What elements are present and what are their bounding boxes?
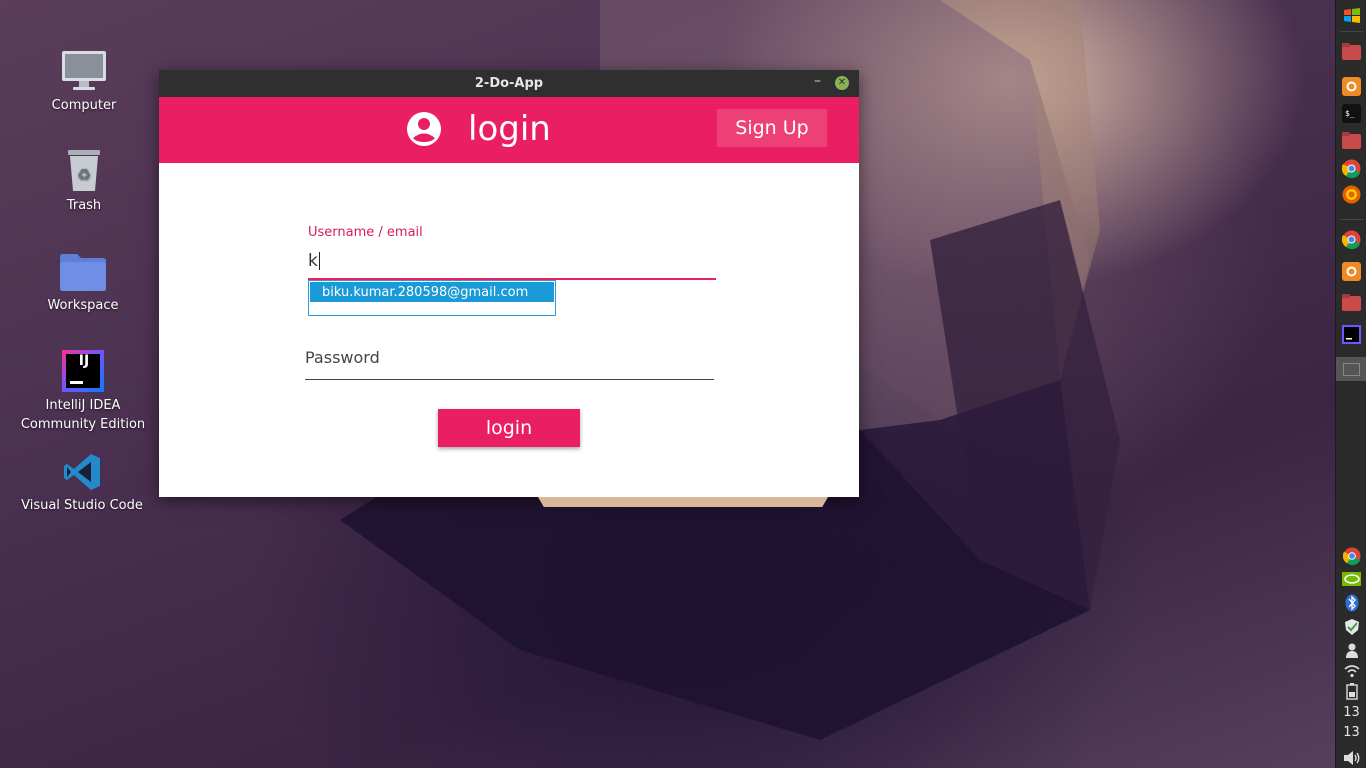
window-icon[interactable] bbox=[1336, 357, 1366, 381]
svg-text:$_: $_ bbox=[1345, 109, 1355, 118]
chrome-icon[interactable] bbox=[1342, 230, 1361, 249]
username-label: Username / email bbox=[308, 225, 423, 240]
chrome-icon[interactable] bbox=[1342, 159, 1361, 178]
intellij-icon[interactable] bbox=[1342, 325, 1361, 344]
desktop-icon-label: Workspace bbox=[47, 298, 119, 313]
wifi-icon[interactable] bbox=[1342, 661, 1361, 680]
sign-up-button[interactable]: Sign Up bbox=[717, 109, 827, 147]
window-titlebar[interactable]: 2-Do-App – ✕ bbox=[159, 70, 859, 97]
vscode-icon bbox=[17, 442, 147, 492]
close-button[interactable]: ✕ bbox=[835, 76, 849, 90]
app-window: 2-Do-App – ✕ login Sign Up Username / em… bbox=[159, 70, 859, 497]
security-shield-icon[interactable] bbox=[1342, 617, 1361, 636]
firefox-icon[interactable] bbox=[1342, 77, 1361, 96]
firefox-icon[interactable] bbox=[1342, 262, 1361, 281]
terminal-icon[interactable]: $_ bbox=[1342, 104, 1361, 123]
chrome-icon[interactable] bbox=[1342, 546, 1361, 565]
window-title: 2-Do-App bbox=[474, 76, 544, 91]
desktop-icon-computer[interactable]: Computer bbox=[19, 42, 149, 115]
desktop-icon-workspace[interactable]: Workspace bbox=[18, 242, 148, 315]
autocomplete-suggestion[interactable]: biku.kumar.280598@gmail.com bbox=[309, 281, 555, 303]
desktop-icon-trash[interactable]: ♻ Trash bbox=[19, 142, 149, 215]
trash-icon: ♻ bbox=[19, 142, 149, 192]
nvidia-icon[interactable] bbox=[1342, 569, 1361, 588]
desktop-icon-label: Trash bbox=[66, 198, 102, 213]
files-icon[interactable] bbox=[1342, 293, 1361, 312]
files-icon[interactable] bbox=[1342, 42, 1361, 61]
password-input[interactable]: Password bbox=[305, 348, 714, 380]
clock-hour[interactable]: 13 bbox=[1336, 705, 1366, 720]
desktop-icon-label: IntelliJ IDEA Community Edition bbox=[20, 398, 146, 432]
username-input[interactable]: k bbox=[308, 248, 716, 280]
user-icon[interactable] bbox=[1342, 640, 1361, 659]
page-title: login bbox=[468, 109, 551, 149]
autocomplete-popup: biku.kumar.280598@gmail.com bbox=[308, 280, 556, 316]
username-value: k bbox=[308, 251, 318, 271]
app-header: login Sign Up bbox=[159, 97, 859, 163]
login-button[interactable]: login bbox=[438, 409, 580, 447]
desktop-icon-intellij[interactable]: IJ IntelliJ IDEA Community Edition bbox=[18, 342, 148, 434]
svg-text:♻: ♻ bbox=[77, 165, 91, 184]
text-caret bbox=[318, 252, 320, 270]
window-shadow-strip bbox=[538, 497, 828, 507]
clock-minute[interactable]: 13 bbox=[1336, 725, 1366, 740]
side-panel: $_ 13 13 bbox=[1335, 0, 1366, 768]
account-circle-icon bbox=[406, 111, 442, 151]
desktop-icon-label: Visual Studio Code bbox=[21, 498, 143, 513]
folder-icon bbox=[18, 242, 148, 292]
desktop-icon-vscode[interactable]: Visual Studio Code bbox=[17, 442, 147, 515]
battery-icon[interactable] bbox=[1342, 682, 1361, 701]
bluetooth-icon[interactable] bbox=[1342, 593, 1361, 612]
desktop-icon-label: Computer bbox=[51, 98, 117, 113]
folder-icon[interactable] bbox=[1342, 131, 1361, 150]
intellij-badge: IJ bbox=[78, 353, 90, 369]
volume-icon[interactable] bbox=[1342, 748, 1361, 767]
password-placeholder: Password bbox=[305, 348, 380, 367]
start-menu-icon[interactable] bbox=[1342, 6, 1361, 25]
firefox-dev-icon[interactable] bbox=[1342, 185, 1361, 204]
minimize-button[interactable]: – bbox=[814, 73, 821, 89]
computer-icon bbox=[19, 42, 149, 92]
